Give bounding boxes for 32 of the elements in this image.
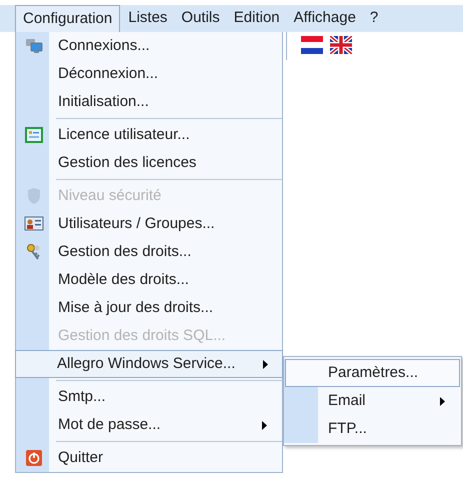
menu-item[interactable]: Connexions... <box>16 32 282 60</box>
menu-item[interactable]: Allegro Windows Service... <box>15 350 283 378</box>
menu-item[interactable]: Modèle des droits... <box>16 266 282 294</box>
submenu-arrow-icon <box>440 396 445 406</box>
keys-icon <box>24 243 42 261</box>
menu-item[interactable]: Gestion des licences <box>16 149 282 177</box>
menu-item[interactable]: Initialisation... <box>16 88 282 116</box>
menu-bar-item[interactable]: Affichage <box>288 5 362 32</box>
menu-item[interactable]: Licence utilisateur... <box>16 121 282 149</box>
user-card-icon <box>24 216 44 232</box>
menu-bar-item[interactable]: Configuration <box>15 5 120 32</box>
menu-bar-item[interactable]: ? <box>364 5 384 32</box>
dutch-flag-icon[interactable] <box>301 36 323 54</box>
computer-network-icon <box>24 38 42 54</box>
menu-item[interactable]: Paramètres... <box>285 359 460 387</box>
menu-item[interactable]: Quitter <box>16 444 282 472</box>
submenu-arrow-icon <box>263 360 268 368</box>
menu-bar-item[interactable]: Listes <box>122 5 174 32</box>
power-icon <box>24 449 42 467</box>
menu-item[interactable]: Smtp... <box>16 383 282 411</box>
uk-flag-icon[interactable] <box>330 36 352 54</box>
license-card-icon <box>24 127 42 143</box>
menu-item[interactable]: Déconnexion... <box>16 60 282 88</box>
menu-item[interactable]: Gestion des droits... <box>16 238 282 266</box>
menu-bar-item[interactable]: Outils <box>175 5 226 32</box>
menu-item[interactable]: Mise à jour des droits... <box>16 294 282 322</box>
menu-item[interactable]: FTP... <box>285 415 460 443</box>
submenu-arrow-icon <box>262 420 267 430</box>
menu-bar-item[interactable]: Edition <box>228 5 286 32</box>
menu-item[interactable]: Email <box>285 387 460 415</box>
menu-item[interactable]: Utilisateurs / Groupes... <box>16 210 282 238</box>
menu-item[interactable]: Mot de passe... <box>16 411 282 439</box>
